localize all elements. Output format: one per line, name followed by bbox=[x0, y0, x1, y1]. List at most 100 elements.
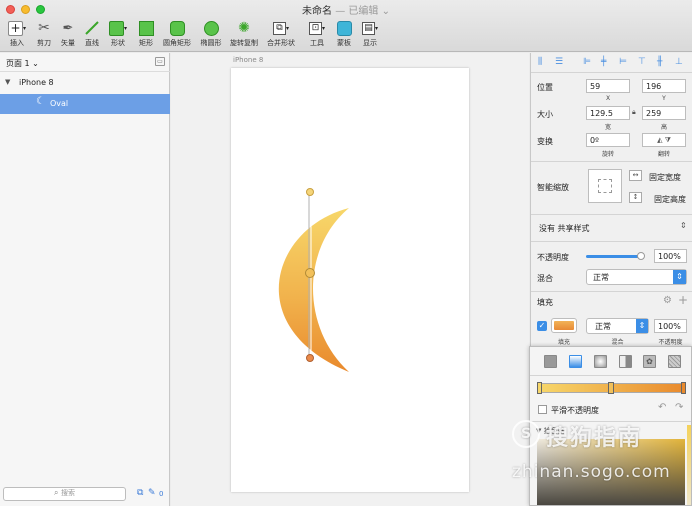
flip-vertical-icon[interactable]: ⧩ bbox=[665, 136, 671, 144]
add-page-button[interactable]: ▭ bbox=[155, 57, 165, 66]
smart-resize-label: 智能缩放 bbox=[537, 183, 569, 192]
rotate-copy-tool[interactable]: ✺ 旋转复制 bbox=[229, 19, 259, 51]
solid-fill-icon[interactable] bbox=[544, 355, 557, 368]
rotation-label: 旋转 bbox=[601, 151, 614, 158]
align-left-icon[interactable]: ⊫ bbox=[583, 57, 591, 67]
transform-label: 变换 bbox=[537, 137, 553, 146]
crescent-icon: ☾ bbox=[36, 96, 45, 107]
gradient-bar[interactable] bbox=[537, 382, 686, 394]
filter-slices-icon[interactable]: ✎ bbox=[148, 488, 156, 498]
fixed-width-label: 固定宽度 bbox=[649, 173, 681, 182]
height-label: 高 bbox=[660, 124, 667, 131]
tools-menu[interactable]: ⊡ ▾ 工具 bbox=[302, 19, 332, 51]
dropdown-caret-icon: ▾ bbox=[22, 24, 26, 32]
filter-artboards-icon[interactable]: ⧉ bbox=[137, 488, 143, 498]
align-center-icon[interactable]: ╪ bbox=[601, 57, 606, 67]
pattern-fill-icon[interactable]: ✿ bbox=[643, 355, 656, 368]
divider bbox=[0, 71, 170, 72]
line-icon bbox=[85, 21, 99, 35]
pen-icon: ✒ bbox=[62, 20, 74, 36]
gradient-start-handle[interactable] bbox=[306, 188, 314, 196]
width-field[interactable]: 129.5 bbox=[586, 106, 630, 120]
divider bbox=[531, 241, 692, 242]
title-bar: 未命名 — 已编辑 ⌄ + ▾ 插入 ✂ 剪刀 ✒ 矢量 直线 ▾ 形状 矩形 圆… bbox=[0, 0, 692, 52]
angular-gradient-icon[interactable] bbox=[619, 355, 632, 368]
y-field[interactable]: 196 bbox=[642, 79, 686, 93]
x-field[interactable]: 59 bbox=[586, 79, 630, 93]
oval-tool[interactable]: 椭圆形 bbox=[196, 19, 226, 51]
align-middle-icon[interactable]: ╫ bbox=[657, 57, 662, 67]
distribute-vertical-icon[interactable]: ☰ bbox=[555, 57, 563, 67]
gradient-mid-handle[interactable] bbox=[305, 268, 315, 278]
height-field[interactable]: 259 bbox=[642, 106, 686, 120]
add-fill-icon[interactable]: + bbox=[678, 293, 688, 307]
watermark-url: zhinan.sogo.com bbox=[512, 462, 671, 482]
undo-icon[interactable]: ↶ bbox=[658, 402, 666, 413]
blend-select[interactable]: 正常 ⇕ bbox=[586, 269, 687, 285]
opacity-slider-knob[interactable] bbox=[637, 252, 645, 260]
shape-tool[interactable]: ▾ 形状 bbox=[103, 19, 133, 51]
fill-enabled-checkbox[interactable]: ✓ bbox=[537, 321, 547, 331]
artboard-row[interactable]: ▼ iPhone 8 bbox=[0, 75, 170, 93]
display-menu[interactable]: ▤ ▾ 显示 bbox=[355, 19, 385, 51]
align-right-icon[interactable]: ⊨ bbox=[619, 57, 627, 67]
smooth-opacity-label: 平滑不透明度 bbox=[551, 406, 599, 415]
gradient-stop-mid[interactable] bbox=[608, 382, 614, 394]
size-label: 大小 bbox=[537, 110, 553, 119]
shape-grid-icon bbox=[108, 20, 124, 36]
radial-gradient-icon[interactable] bbox=[594, 355, 607, 368]
align-toolbar: ⫼ ☰ ⊫ ╪ ⊨ ⊤ ╫ ⊥ bbox=[531, 53, 692, 73]
hue-strip[interactable] bbox=[687, 425, 691, 505]
shared-style-select[interactable]: 没有 共享样式 ⇕ bbox=[531, 219, 692, 237]
distribute-horizontal-icon[interactable]: ⫼ bbox=[538, 57, 542, 67]
flip-buttons[interactable]: ◭ ⧩ bbox=[642, 133, 686, 147]
fill-color-swatch[interactable] bbox=[551, 318, 577, 333]
fill-type-bar: ✿ bbox=[530, 353, 691, 371]
opacity-field[interactable]: 100% bbox=[654, 249, 687, 263]
flip-horizontal-icon[interactable]: ◭ bbox=[657, 136, 662, 144]
gradient-stop-end[interactable] bbox=[681, 382, 686, 394]
page-selector[interactable]: 页面 1 ⌄ bbox=[6, 58, 39, 69]
smooth-opacity-checkbox[interactable] bbox=[538, 405, 547, 414]
fill-opacity-field[interactable]: 100% bbox=[654, 319, 687, 333]
align-top-icon[interactable]: ⊤ bbox=[638, 57, 646, 67]
fixed-height-icon[interactable]: ↕ bbox=[629, 192, 642, 203]
rectangle-tool[interactable]: 矩形 bbox=[131, 19, 161, 51]
lock-ratio-icon[interactable]: 🔒︎ bbox=[632, 108, 636, 117]
dropdown-caret-icon: ▾ bbox=[123, 24, 127, 32]
disclosure-triangle-icon[interactable]: ▼ bbox=[5, 78, 10, 86]
align-bottom-icon[interactable]: ⊥ bbox=[675, 57, 683, 67]
rotation-field[interactable]: 0º bbox=[586, 133, 630, 147]
noise-fill-icon[interactable] bbox=[668, 355, 681, 368]
layer-row-oval[interactable]: ☾ Oval bbox=[0, 94, 170, 114]
fill-settings-icon[interactable]: ⚙ bbox=[663, 295, 672, 306]
display-icon: ▤ bbox=[361, 21, 375, 35]
fill-section-title: 填充 bbox=[537, 298, 553, 307]
watermark-brand: 搜狗指南 bbox=[546, 426, 643, 451]
redo-icon[interactable]: ↷ bbox=[675, 402, 683, 413]
combine-shapes-tool[interactable]: ⧉ ▾ 合并形状 bbox=[266, 19, 296, 51]
artboard-label: iPhone 8 bbox=[233, 56, 264, 64]
crescent-shape[interactable] bbox=[231, 68, 469, 492]
fill-swatch-gradient bbox=[554, 321, 574, 330]
fill-blend-select[interactable]: 正常 ⇕ bbox=[586, 318, 649, 334]
opacity-slider[interactable] bbox=[586, 252, 645, 260]
dropdown-caret-icon: ▾ bbox=[374, 24, 378, 32]
artboard[interactable] bbox=[231, 68, 469, 492]
popover-divider bbox=[530, 375, 691, 376]
resize-constraint-widget[interactable] bbox=[588, 169, 622, 203]
fill-blend-label: 混合 bbox=[611, 339, 624, 346]
width-label: 宽 bbox=[604, 124, 611, 131]
scissors-icon: ✂ bbox=[38, 20, 50, 36]
fixed-width-icon[interactable]: ↔ bbox=[629, 170, 642, 181]
gradient-stop-start[interactable] bbox=[537, 382, 542, 394]
oval-icon bbox=[203, 20, 219, 36]
rounded-rectangle-tool[interactable]: 圆角矩形 bbox=[162, 19, 192, 51]
linear-gradient-icon[interactable] bbox=[569, 355, 582, 368]
blend-value: 正常 bbox=[593, 273, 609, 282]
search-box[interactable]: ⌕ 搜索 bbox=[3, 487, 126, 501]
fixed-height-label: 固定高度 bbox=[654, 195, 686, 204]
canvas-area[interactable]: iPhone 8 bbox=[171, 53, 529, 506]
gradient-end-handle[interactable] bbox=[306, 354, 314, 362]
insert-tool[interactable]: + ▾ 插入 bbox=[2, 19, 32, 51]
